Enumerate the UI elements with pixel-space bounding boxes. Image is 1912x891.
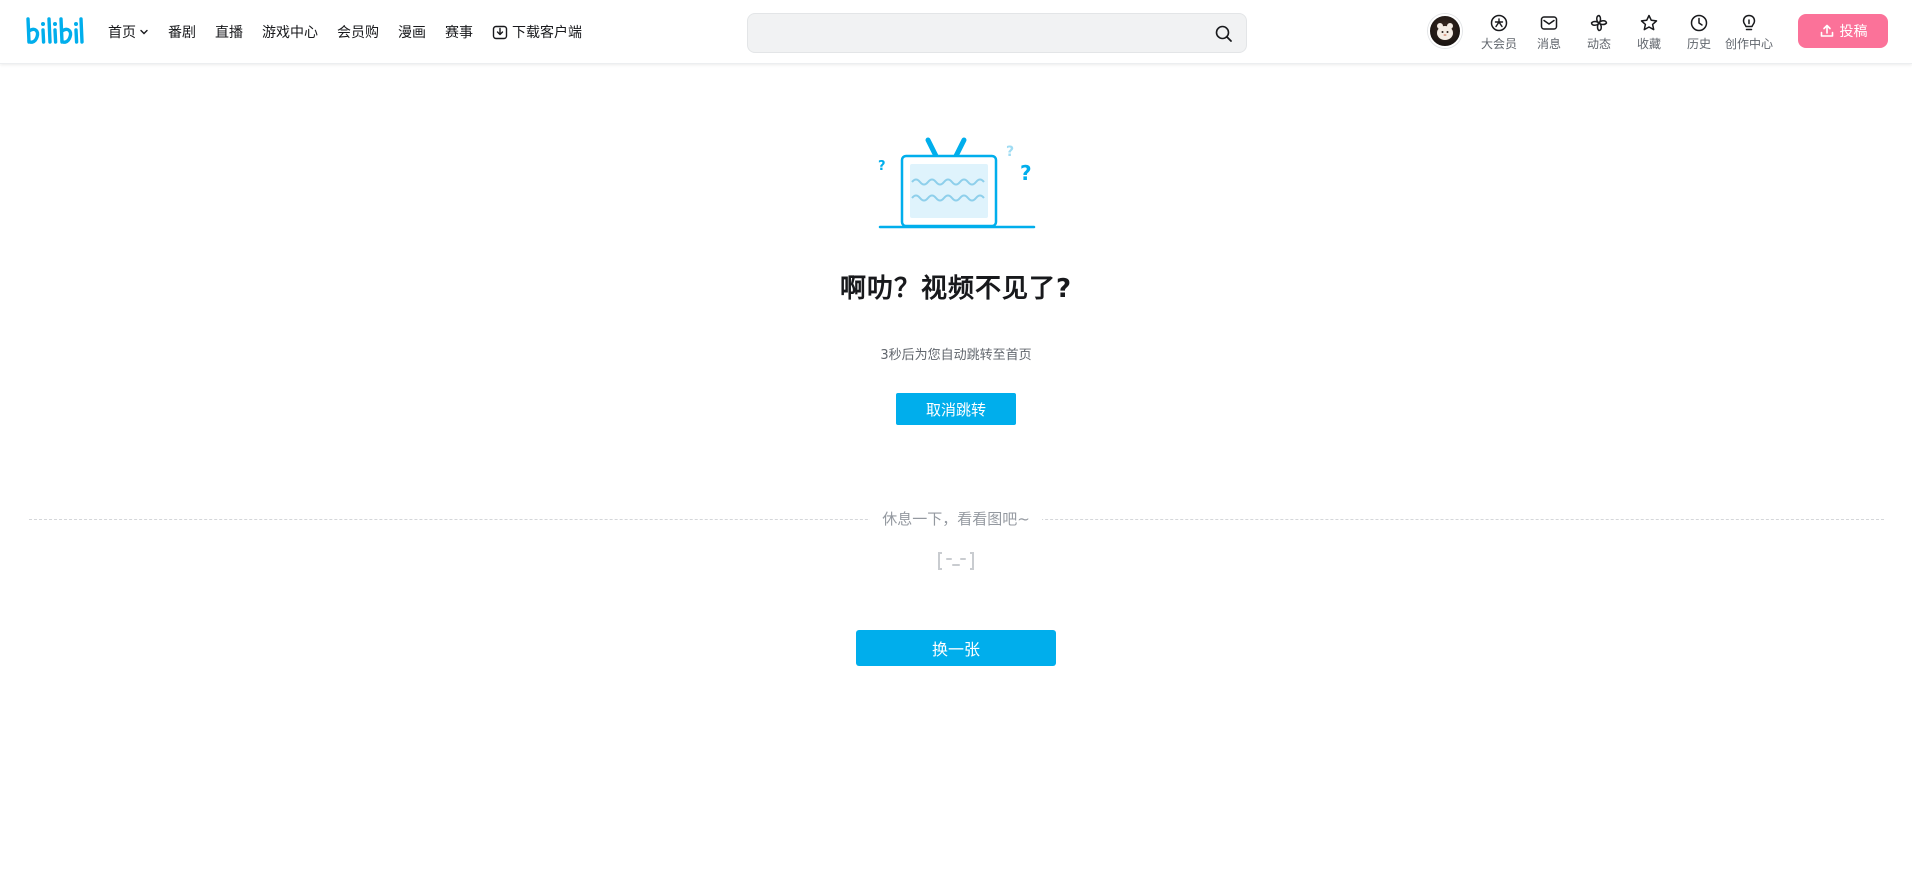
nav-item-anime[interactable]: 番剧	[168, 22, 196, 42]
entry-favorites[interactable]: 收藏	[1624, 13, 1674, 52]
mail-icon	[1540, 15, 1558, 30]
redirect-countdown-text: 3秒后为您自动跳转至首页	[880, 348, 1032, 363]
avatar-image	[1437, 23, 1453, 40]
upload-button[interactable]: 投稿	[1798, 14, 1888, 48]
cancel-redirect-button[interactable]: 取消跳转	[896, 393, 1016, 425]
change-image-label: 换一张	[931, 640, 980, 659]
upload-label: 投稿	[1839, 24, 1868, 40]
entry-creator-center[interactable]: 创作中心	[1724, 13, 1774, 52]
pinwheel-icon	[1590, 14, 1608, 31]
nav-item-home[interactable]: 首页	[108, 22, 149, 42]
nav-item-label: 游戏中心	[262, 25, 318, 41]
clock-icon	[1690, 14, 1708, 31]
search-icon[interactable]	[1214, 24, 1234, 44]
rest-section-header: 休息一下，看看图吧~	[0, 508, 1912, 529]
broken-tv-icon: ? ? ?	[878, 137, 1036, 229]
main-nav: 首页 番剧 直播 游戏中心 会员购 漫画 赛事 下载客户端	[108, 0, 601, 64]
entry-history[interactable]: 历史	[1674, 13, 1724, 52]
entry-dynamics[interactable]: 动态	[1574, 13, 1624, 52]
entry-label: 收藏	[1636, 36, 1661, 51]
entry-label: 消息	[1536, 36, 1561, 51]
search-input[interactable]	[760, 20, 1190, 46]
download-icon	[492, 25, 508, 40]
entry-label: 创作中心	[1724, 36, 1773, 51]
vip-icon	[1490, 14, 1508, 31]
nav-item-game-center[interactable]: 游戏中心	[262, 22, 318, 42]
nav-item-esports[interactable]: 赛事	[445, 22, 473, 42]
upload-icon	[1820, 24, 1833, 37]
star-icon	[1640, 14, 1658, 30]
page-title: 啊叻？视频不见了?	[839, 274, 1073, 304]
cancel-redirect-label: 取消跳转	[925, 400, 986, 419]
top-header: 首页 番剧 直播 游戏中心 会员购 漫画 赛事 下载客户端 大会员 消息 动态 …	[0, 0, 1912, 64]
bilibili-logo[interactable]	[24, 14, 86, 48]
nav-item-live[interactable]: 直播	[215, 22, 243, 42]
nav-item-label: 会员购	[337, 25, 379, 41]
nav-item-download-client[interactable]: 下载客户端	[492, 22, 582, 42]
search-bar	[747, 13, 1247, 53]
svg-text:?: ?	[878, 159, 886, 174]
entry-label: 动态	[1586, 36, 1611, 51]
lightbulb-icon	[1742, 14, 1756, 30]
chevron-down-icon	[140, 29, 148, 35]
nav-item-label: 直播	[215, 25, 243, 41]
svg-text:?: ?	[1020, 161, 1032, 185]
nav-item-label: 赛事	[445, 25, 473, 41]
nav-item-shop[interactable]: 会员购	[337, 22, 379, 42]
entry-label: 大会员	[1480, 36, 1517, 51]
rest-section-label: 休息一下，看看图吧~	[870, 508, 1042, 529]
nav-item-label: 下载客户端	[512, 25, 582, 41]
empty-face-icon	[938, 552, 974, 570]
nav-item-label: 首页	[108, 25, 136, 41]
nav-item-label: 漫画	[398, 25, 426, 41]
entry-messages[interactable]: 消息	[1524, 13, 1574, 52]
svg-text:?: ?	[1006, 144, 1014, 160]
entry-label: 历史	[1686, 36, 1711, 51]
nav-item-manga[interactable]: 漫画	[398, 22, 426, 42]
entry-vip[interactable]: 大会员	[1474, 13, 1524, 52]
change-image-button[interactable]: 换一张	[856, 630, 1056, 666]
avatar[interactable]	[1428, 14, 1462, 48]
nav-item-label: 番剧	[168, 25, 196, 41]
header-right-entries: 大会员 消息 动态 收藏 历史 创作中心	[1474, 0, 1774, 64]
